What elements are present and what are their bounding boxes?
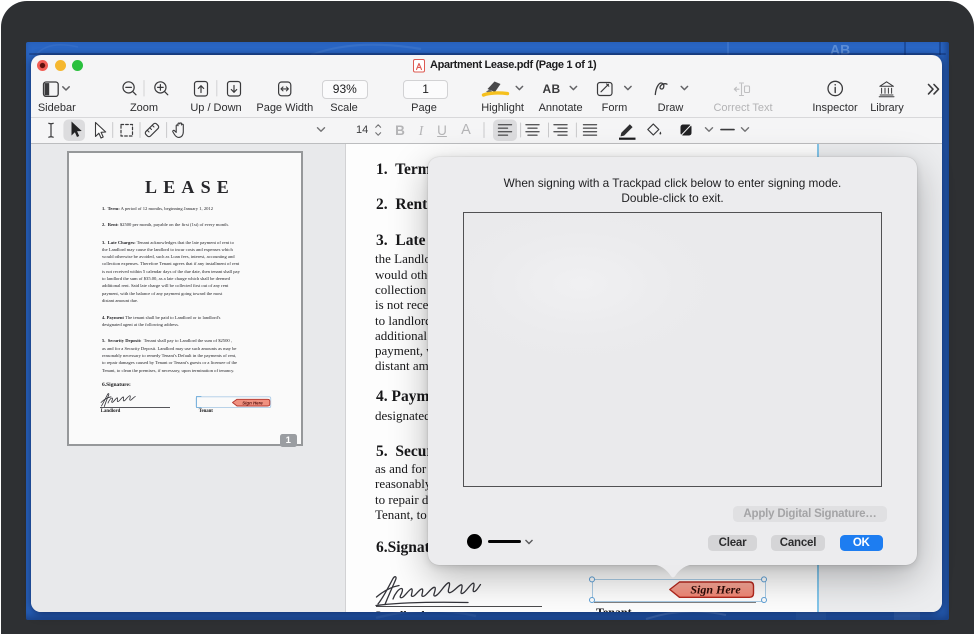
svg-text:Sign Here: Sign Here [690, 583, 741, 597]
svg-text:Sign Here: Sign Here [242, 401, 263, 406]
